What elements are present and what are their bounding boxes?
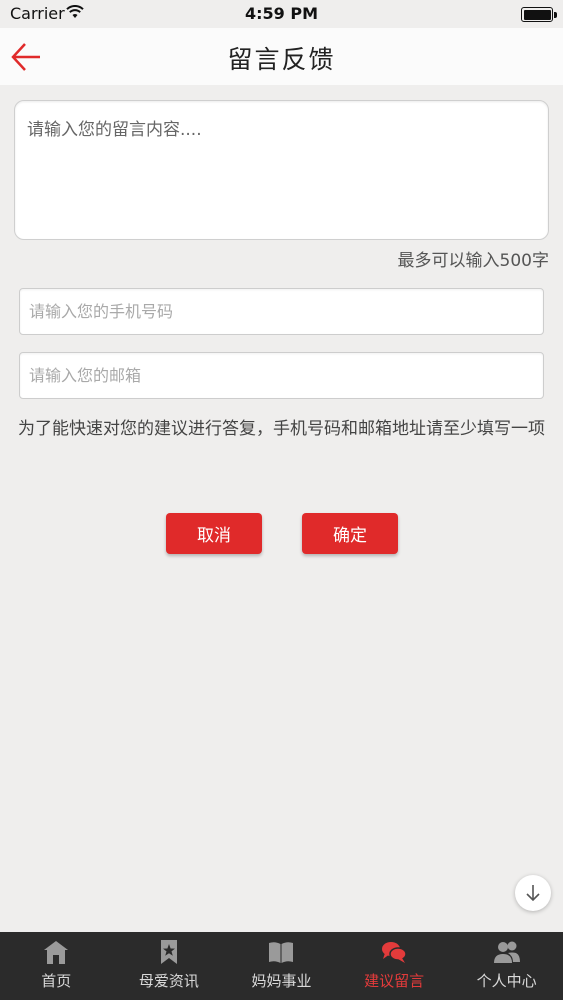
tab-label: 母爱资讯 [138,972,199,990]
tab-label: 妈妈事业 [251,972,312,990]
phone-input[interactable] [19,288,544,335]
users-icon [493,941,520,963]
bookmark-star-icon [160,940,177,964]
tab-profile[interactable]: 个人中心 [450,932,563,1000]
email-input[interactable] [19,352,544,399]
arrow-down-icon [526,885,540,902]
tab-label: 首页 [41,972,72,990]
message-textarea[interactable] [14,100,549,240]
home-icon [44,941,69,964]
hint-text: 为了能快速对您的建议进行答复，手机号码和邮箱地址请至少填写一项 [18,419,545,439]
tab-bar: 首页 母爱资讯 妈妈事业 建议留言 个人中心 [0,932,563,1000]
book-icon [269,942,294,963]
tab-label: 建议留言 [364,972,425,990]
tab-career[interactable]: 妈妈事业 [225,932,338,1000]
cancel-button[interactable]: 取消 [166,513,262,554]
scroll-down-button[interactable] [515,875,551,911]
tab-news[interactable]: 母爱资讯 [113,932,226,1000]
status-bar: Carrier 4:59 PM [0,0,563,28]
status-time: 4:59 PM [244,4,318,23]
tab-home[interactable]: 首页 [0,932,113,1000]
battery-icon [521,7,557,22]
page-title: 留言反馈 [227,45,336,74]
char-limit-text: 最多可以输入500字 [397,251,549,271]
nav-bar: 留言反馈 [0,28,563,85]
tab-label: 个人中心 [476,972,537,990]
chat-bubbles-icon [382,942,407,963]
confirm-button[interactable]: 确定 [302,513,398,554]
tab-feedback[interactable]: 建议留言 [338,932,451,1000]
